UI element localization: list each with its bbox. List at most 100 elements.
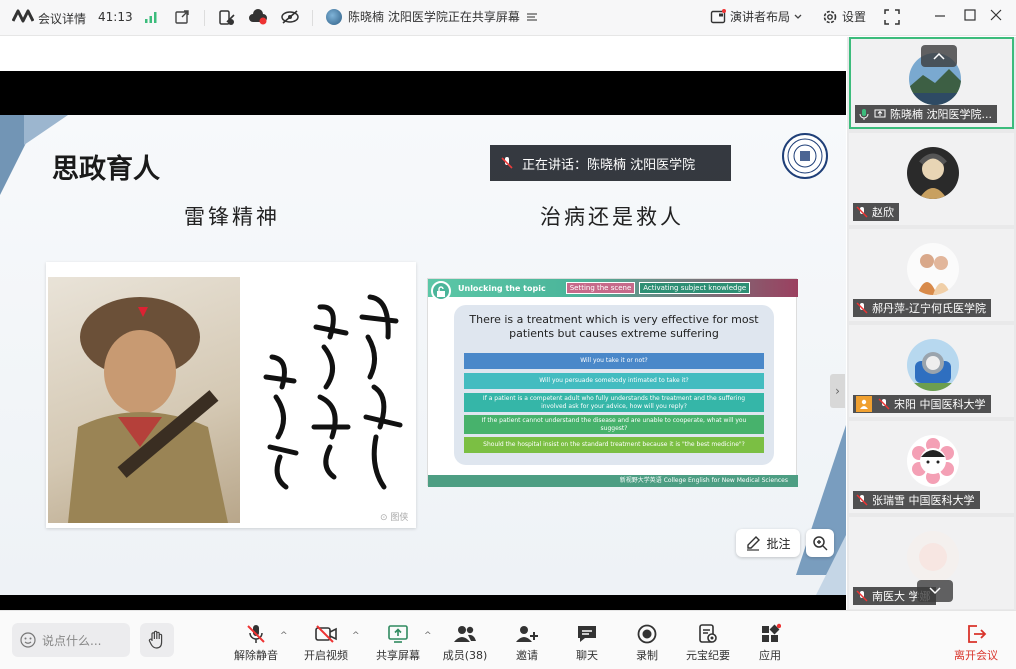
exit-icon [965,623,987,645]
video-options-caret[interactable]: ^ [352,631,360,641]
speaker-layout-button[interactable]: 演讲者布局 [710,8,802,25]
participant-video-list: 陈晓楠 沈阳医学院... 赵欣 郝丹萍-辽宁何氏医学院 宋阳 中国医科大学 张瑞… [847,37,1016,610]
speaking-now-text: 正在讲话：陈晓楠 沈阳医学院 [522,157,696,173]
apps-label: 应用 [759,649,781,662]
device-handoff-icon[interactable] [218,9,236,27]
apps-button[interactable]: 应用 [740,623,800,663]
quick-chat-input[interactable]: 说点什么... [12,623,130,657]
screen-share-icon [874,108,886,120]
start-video-button[interactable]: 开启视频 [296,623,356,663]
participant-avatar [907,147,959,199]
cloud-record-icon[interactable] [248,9,268,25]
top-bar: 会议详情 41:13 陈晓楠 沈阳医学院正在共享屏幕 演讲者布局 设置 [0,0,1016,36]
record-button[interactable]: 录制 [617,623,677,663]
muted-mic-icon [878,398,890,410]
participant-tile[interactable]: 宋阳 中国医科大学 [849,325,1014,417]
divider [204,10,205,26]
chat-placeholder: 说点什么... [42,633,102,648]
signal-strength-icon[interactable] [144,10,158,24]
textbook-footer: 新视野大学英语 College English for New Medical … [428,475,798,487]
topic-question: There is a treatment which is very effec… [469,313,759,340]
hide-video-icon[interactable] [280,9,300,25]
chevron-right-icon: › [835,384,840,398]
record-label: 录制 [636,649,658,662]
unlock-icon [431,281,451,301]
menu-lines-icon[interactable] [526,12,538,22]
slide-decoration [24,115,68,145]
participant-tile[interactable]: 陈晓楠 沈阳医学院... [849,37,1014,129]
members-button[interactable]: 成员(38) [435,623,495,663]
invite-label: 邀请 [516,649,538,662]
zoom-button[interactable] [806,529,834,557]
participant-name-label: 郝丹萍-辽宁何氏医学院 [853,299,991,317]
minimize-icon[interactable] [932,7,948,23]
mic-active-icon [858,108,870,120]
unmute-button[interactable]: 解除静音 [226,623,286,663]
unlocking-topic-card: Unlocking the topic Setting the scene Ac… [427,278,798,487]
speaking-now-indicator: 正在讲话：陈晓楠 沈阳医学院 [490,145,731,181]
fullscreen-icon[interactable] [884,9,900,25]
muted-mic-icon [856,302,868,314]
divider [312,10,313,26]
share-options-caret[interactable]: ^ [424,631,432,641]
ai-minutes-button[interactable]: 元宝纪要 [678,623,738,663]
popout-icon[interactable] [174,9,190,25]
hand-icon [148,630,166,650]
participant-name: 赵欣 [872,206,894,219]
members-icon [453,623,477,645]
share-status-text: 陈晓楠 沈阳医学院正在共享屏幕 [348,10,520,24]
muted-mic-icon [856,494,868,506]
slide-subtitle-right: 治病还是救人 [540,205,684,229]
zoom-in-icon [812,535,828,551]
participant-name-label: 陈晓楠 沈阳医学院... [855,105,997,123]
unmute-label: 解除静音 [234,649,278,662]
slide-subtitle-left: 雷锋精神 [184,205,280,229]
annotate-button[interactable]: 批注 [736,529,800,557]
start-video-label: 开启视频 [304,649,348,662]
chat-button[interactable]: 聊天 [557,623,617,663]
tencent-meeting-logo-icon [12,9,34,23]
topic-option: Should the hospital insist on the standa… [464,437,764,453]
letterbox-bottom [0,595,846,610]
meeting-details-link[interactable]: 会议详情 [38,10,86,27]
scroll-up-button[interactable] [921,45,957,67]
presentation-slide: 思政育人 雷锋精神 治病还是救人 正在讲话：陈晓楠 沈阳医学院 ⊙ 图侠 Unl… [0,115,846,595]
university-emblem [782,133,828,179]
participant-tile[interactable]: 郝丹萍-辽宁何氏医学院 [849,229,1014,321]
image-watermark: ⊙ 图侠 [380,513,409,523]
tab-activating-knowledge: Activating subject knowledge [639,282,751,294]
record-icon [636,623,658,645]
ai-minutes-label: 元宝纪要 [686,649,730,662]
leave-meeting-button[interactable]: 离开会议 [946,623,1006,663]
chat-bubble-icon [576,623,598,645]
invite-button[interactable]: 邀请 [497,623,557,663]
pen-icon [745,535,761,551]
muted-mic-icon [245,623,267,645]
share-screen-button[interactable]: 共享屏幕 [368,623,428,663]
close-icon[interactable] [988,7,1004,23]
participant-name-label: 赵欣 [853,203,899,221]
chairman-mao-calligraphy [250,277,410,497]
participant-tile[interactable]: 张瑞雪 中国医科大学 [849,421,1014,513]
participant-tile[interactable]: 赵欣 [849,133,1014,225]
members-label: 成员(38) [442,649,488,662]
tab-unlocking-topic: Unlocking the topic [458,283,546,293]
layout-label: 演讲者布局 [730,10,791,24]
screen-share-status[interactable]: 陈晓楠 沈阳医学院正在共享屏幕 [326,8,538,25]
participant-name-label: 张瑞雪 中国医科大学 [853,491,980,509]
raise-hand-button[interactable] [140,623,174,657]
minutes-icon [697,623,719,645]
settings-label: 设置 [842,10,867,24]
scroll-down-button[interactable] [917,580,953,602]
participant-name: 张瑞雪 中国医科大学 [872,494,975,507]
slide-title: 思政育人 [52,154,160,185]
participant-avatar [907,531,959,583]
settings-button[interactable]: 设置 [822,8,866,25]
gear-icon [822,9,838,25]
invite-user-icon [515,623,539,645]
mic-options-caret[interactable]: ^ [280,631,288,641]
topic-question-box: There is a treatment which is very effec… [454,305,774,465]
collapse-panel-handle[interactable]: › [830,374,845,408]
maximize-icon[interactable] [962,7,978,23]
sharer-avatar [326,8,342,25]
